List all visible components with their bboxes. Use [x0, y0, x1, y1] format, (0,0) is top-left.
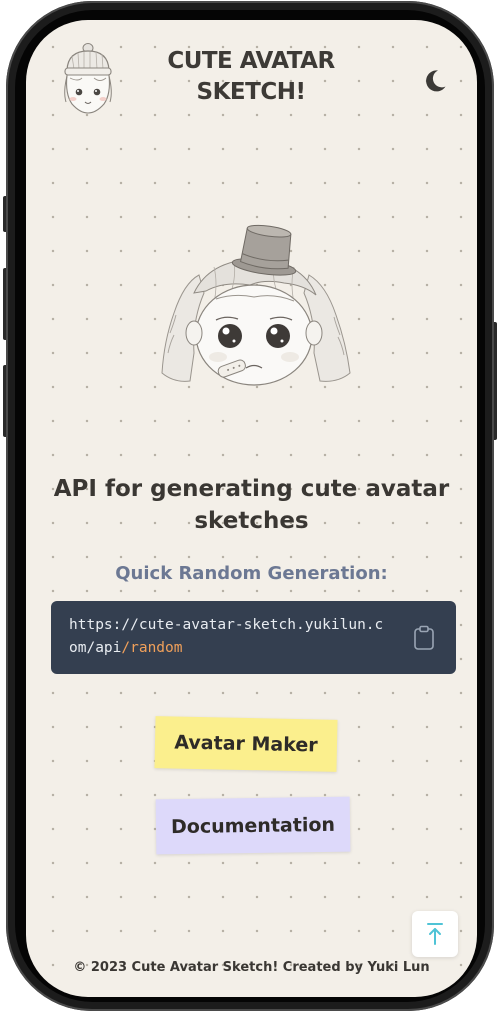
avatar-beanie-logo[interactable] [58, 42, 118, 116]
api-url-suffix: /random [121, 640, 183, 656]
arrow-up-icon [427, 923, 443, 945]
app-title: CUTE AVATAR SKETCH! [156, 46, 346, 108]
documentation-button[interactable]: Documentation [155, 796, 351, 855]
avatar-sketch-illustration [161, 224, 351, 386]
scroll-to-top-button[interactable] [412, 911, 458, 957]
section-subheading: Quick Random Generation: [115, 563, 388, 584]
api-url-prefix: https://cute-avatar-sketch.yukilun.com/a… [69, 617, 384, 656]
copy-button[interactable] [413, 625, 435, 651]
moon-icon [426, 70, 446, 92]
app-screen: CUTE AVATAR SKETCH! API for generating c… [26, 20, 477, 997]
footer-copyright: © 2023 Cute Avatar Sketch! Created by Yu… [73, 960, 430, 975]
page-headline: API for generating cute avatar sketches [53, 476, 450, 534]
app-title-line1: CUTE AVATAR [167, 48, 335, 74]
hero-avatar-image [154, 223, 354, 393]
phone-device: CUTE AVATAR SKETCH! API for generating c… [3, 0, 497, 1013]
logo-icon [64, 43, 112, 114]
avatar-maker-button[interactable]: Avatar Maker [154, 716, 338, 772]
app-title-line2: SKETCH! [196, 79, 306, 105]
theme-toggle-button[interactable] [422, 68, 448, 94]
clipboard-icon [414, 625, 434, 650]
api-url-code-block: https://cute-avatar-sketch.yukilun.com/a… [51, 601, 456, 674]
api-url-text[interactable]: https://cute-avatar-sketch.yukilun.com/a… [69, 614, 391, 660]
